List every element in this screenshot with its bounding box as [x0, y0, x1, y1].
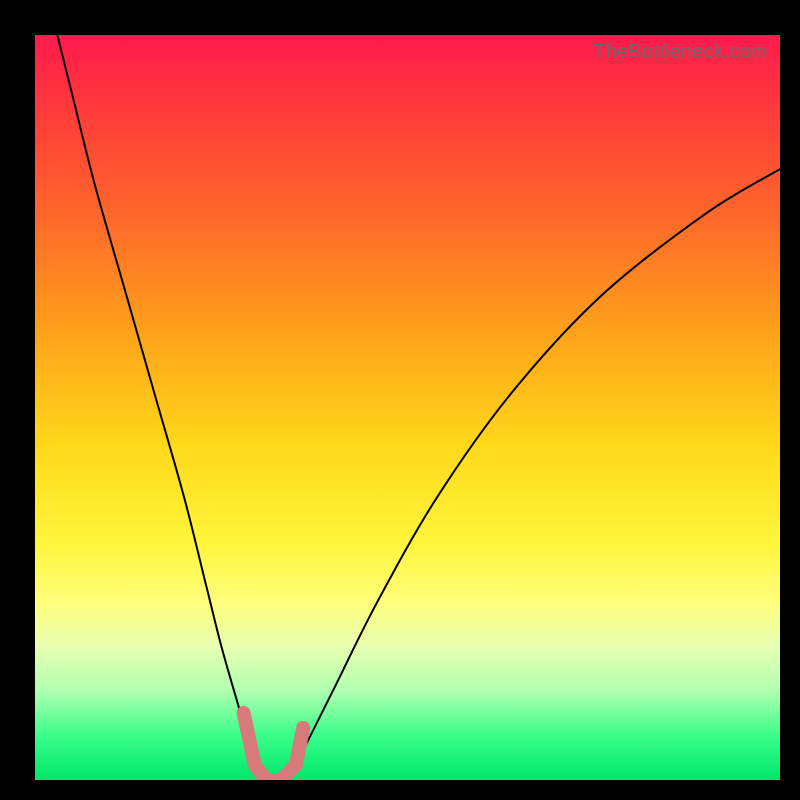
chart-svg	[35, 35, 780, 780]
plot-area: TheBottleneck.com	[35, 35, 780, 780]
chart-frame: TheBottleneck.com	[0, 0, 800, 800]
right-curve	[288, 169, 780, 780]
left-curve	[57, 35, 258, 780]
optimal-zone-marker	[244, 713, 304, 780]
